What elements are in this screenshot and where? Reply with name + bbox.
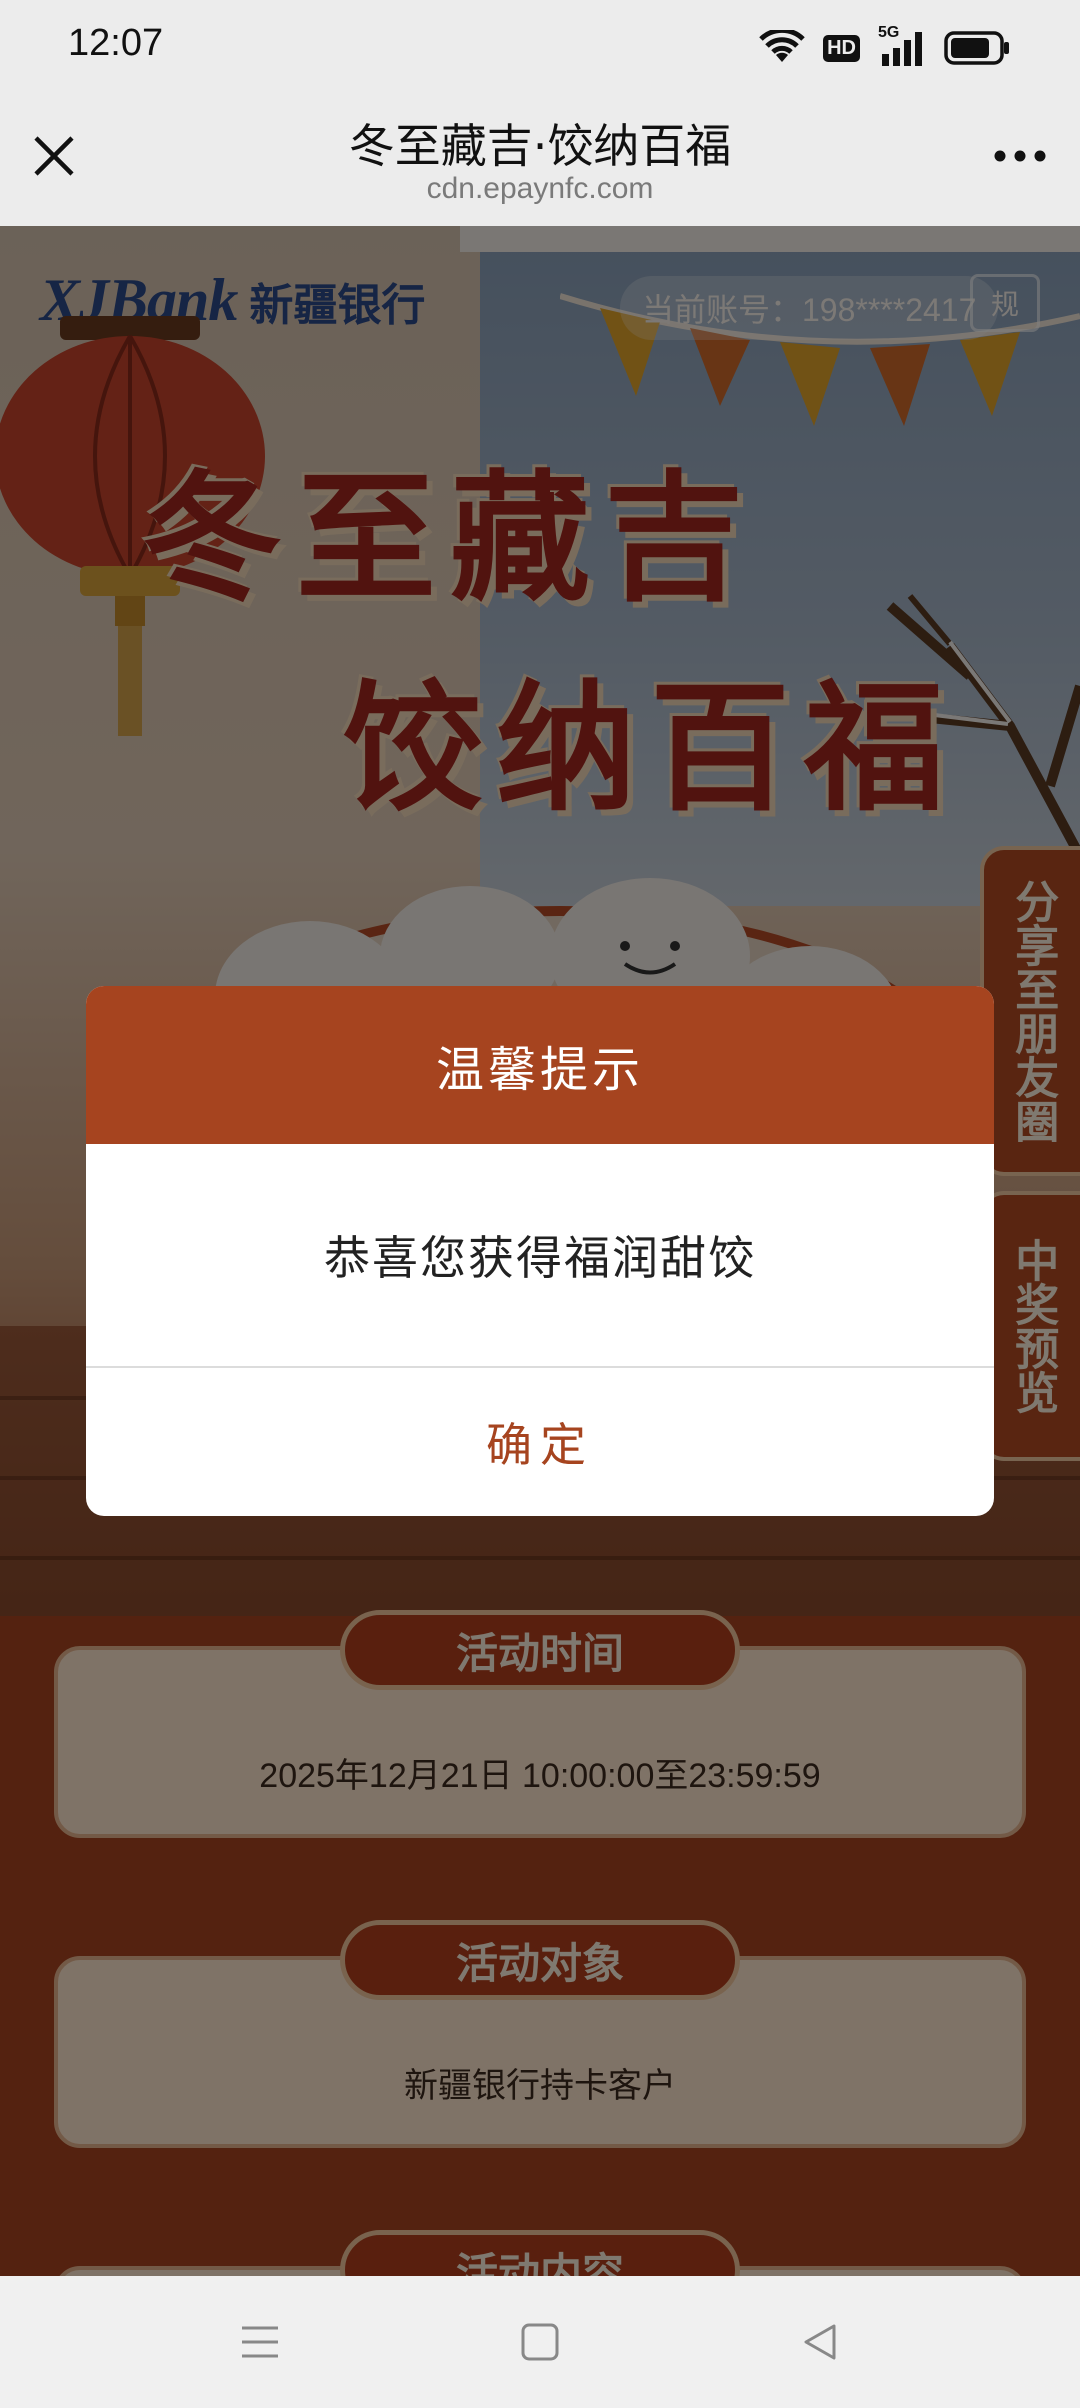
dialog-message: 恭喜您获得福润甜饺 — [324, 1231, 756, 1285]
browser-nav-bar: 冬至藏吉·饺纳百福 cdn.epaynfc.com — [0, 96, 1080, 226]
dialog-title: 温馨提示 — [86, 986, 994, 1144]
signal-5g-icon: 5G — [878, 24, 926, 68]
back-button[interactable] — [790, 2312, 850, 2372]
page-title: 冬至藏吉·饺纳百福 — [348, 119, 732, 173]
notice-dialog: 温馨提示 恭喜您获得福润甜饺 确定 — [86, 986, 994, 1516]
home-icon — [521, 2323, 559, 2361]
confirm-button[interactable]: 确定 — [86, 1368, 994, 1516]
wifi-icon — [759, 30, 805, 62]
status-icons: HD 5G — [759, 24, 1010, 70]
system-nav-bar — [0, 2276, 1080, 2408]
page-url: cdn.epaynfc.com — [426, 172, 654, 205]
battery-icon — [944, 31, 1009, 65]
hd-icon: HD — [823, 34, 860, 62]
home-button[interactable] — [510, 2312, 570, 2372]
back-icon — [804, 2324, 836, 2360]
status-bar: 12:07 HD 5G — [0, 0, 1080, 96]
menu-button[interactable] — [230, 2312, 290, 2372]
menu-icon — [242, 2326, 278, 2358]
status-time: 12:07 — [68, 22, 164, 64]
more-icon — [994, 150, 1046, 162]
more-button[interactable] — [988, 128, 1052, 184]
